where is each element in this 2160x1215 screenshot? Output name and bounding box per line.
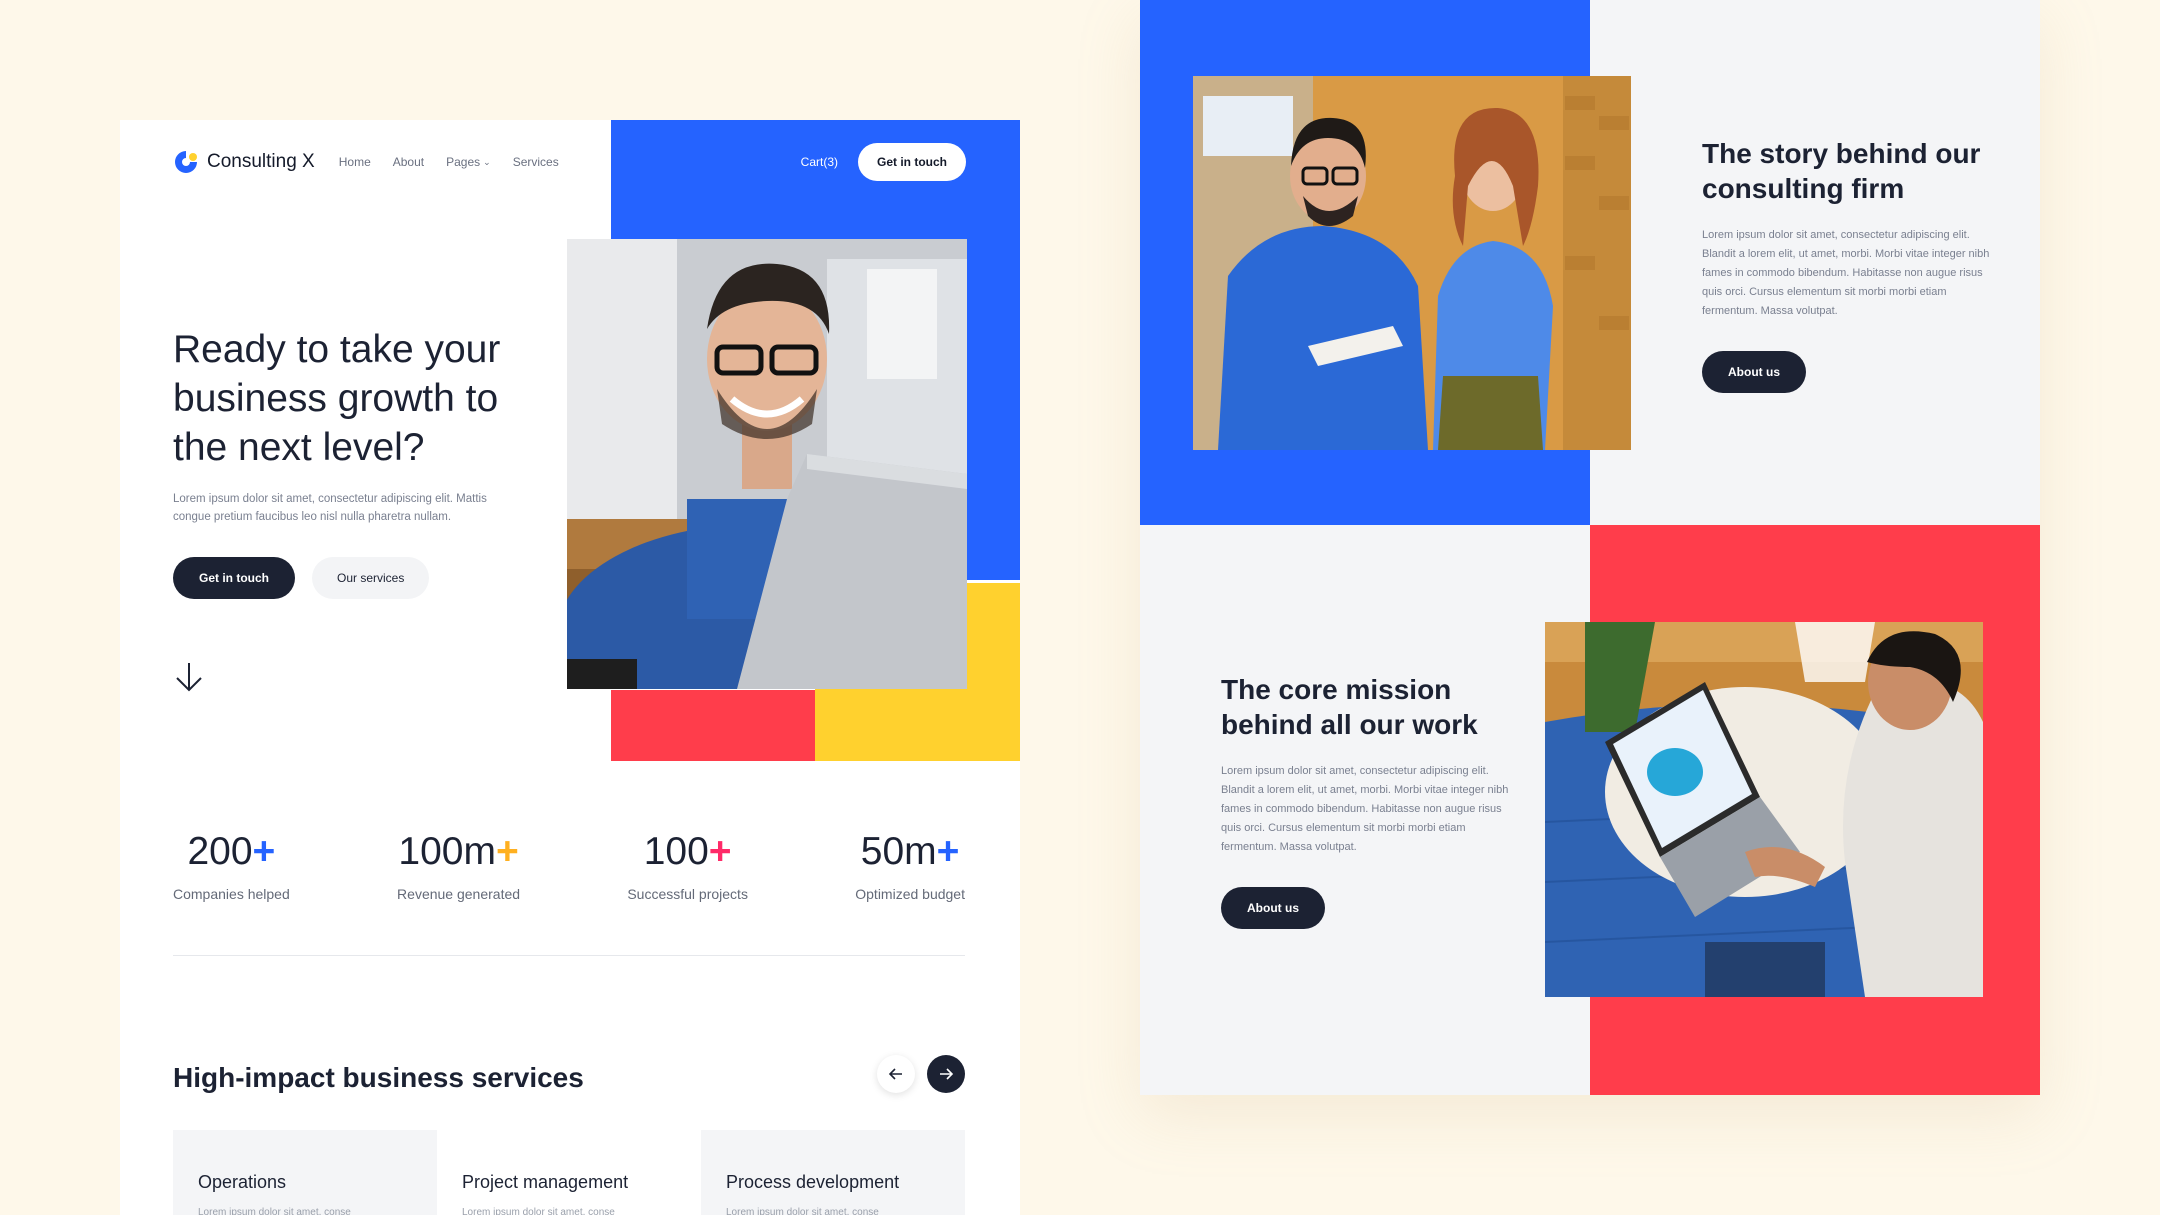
story-photo (1193, 76, 1631, 450)
stat-label: Successful projects (627, 886, 748, 902)
story-text: Lorem ipsum dolor sit amet, consectetur … (1702, 229, 1990, 317)
stat-plus: + (495, 830, 519, 873)
stat-value: 200+ (187, 830, 276, 873)
stat-value: 50m+ (860, 830, 960, 873)
get-in-touch-button[interactable]: Get in touch (173, 557, 295, 599)
arrow-down-icon[interactable] (172, 660, 206, 694)
hero-photo (567, 239, 967, 689)
service-cards: Operations Lorem ipsum dolor sit amet, c… (173, 1130, 965, 1215)
top-nav: Consulting X Home About Pages ⌄ Services… (173, 142, 966, 182)
mission-title: The core mission behind all our work (1221, 674, 1478, 740)
stat-value: 100+ (643, 830, 732, 873)
service-card-text: Lorem ipsum dolor sit amet, conse (726, 1207, 879, 1215)
stat-label: Companies helped (173, 886, 290, 902)
service-card[interactable]: Process development Lorem ipsum dolor si… (701, 1130, 965, 1215)
stat-item: 100+ Successful projects (627, 830, 748, 902)
stat-label: Revenue generated (397, 886, 521, 902)
stat-item: 100m+ Revenue generated (397, 830, 520, 902)
cart-link[interactable]: Cart(3) (801, 155, 838, 169)
services-title: High-impact business services (173, 1062, 584, 1093)
stat-item: 50m+ Optimized budget (855, 830, 965, 902)
about-page-mockup: The story behind our consulting firm Lor… (1140, 0, 2040, 1095)
service-card-title: Project management (462, 1172, 629, 1192)
story-title: The story behind our consulting firm (1702, 138, 1981, 204)
service-card-title: Operations (198, 1172, 287, 1192)
hero-red-block (611, 690, 815, 761)
homepage-mockup: Consulting X Home About Pages ⌄ Services… (120, 120, 1020, 1215)
hero-buttons: Get in touch Our services (173, 557, 430, 599)
service-card[interactable]: Operations Lorem ipsum dolor sit amet, c… (173, 1130, 437, 1215)
stat-item: 200+ Companies helped (173, 830, 290, 902)
mission-text: Lorem ipsum dolor sit amet, consectetur … (1221, 765, 1509, 853)
carousel-next-button[interactable] (927, 1055, 965, 1093)
hero-title: Ready to take your business growth to th… (173, 328, 501, 469)
stats-row: 200+ Companies helped 100m+ Revenue gene… (173, 830, 965, 902)
mission-photo (1545, 622, 1983, 997)
arrow-right-icon (940, 1068, 954, 1080)
section-divider (173, 955, 965, 956)
nav-link-home[interactable]: Home (339, 155, 371, 169)
service-card[interactable]: Project management Lorem ipsum dolor sit… (437, 1130, 701, 1215)
stat-label: Optimized budget (855, 886, 965, 902)
hero-subtitle: Lorem ipsum dolor sit amet, consectetur … (173, 493, 487, 523)
nav-link-pages-label: Pages (446, 155, 481, 169)
brand-name: Consulting X (207, 151, 315, 172)
our-services-button[interactable]: Our services (312, 557, 430, 599)
mission-about-us-button[interactable]: About us (1221, 887, 1325, 929)
nav-links: Home About Pages ⌄ Services (339, 155, 559, 169)
nav-actions: Cart(3) Get in touch (801, 142, 966, 182)
carousel-prev-button[interactable] (877, 1055, 915, 1093)
mission-section: The core mission behind all our work Lor… (1221, 672, 1521, 929)
story-section: The story behind our consulting firm Lor… (1702, 136, 2002, 393)
brand-logo[interactable]: Consulting X (173, 149, 315, 175)
nav-link-services[interactable]: Services (513, 155, 559, 169)
service-card-text: Lorem ipsum dolor sit amet, conse (198, 1207, 351, 1215)
stat-plus: + (708, 830, 732, 873)
story-about-us-button[interactable]: About us (1702, 351, 1806, 393)
nav-link-about[interactable]: About (393, 155, 424, 169)
nav-link-pages[interactable]: Pages ⌄ (446, 155, 491, 169)
arrow-left-icon (888, 1068, 902, 1080)
service-card-title: Process development (726, 1172, 900, 1192)
chevron-down-icon: ⌄ (483, 156, 491, 167)
service-card-text: Lorem ipsum dolor sit amet, conse (462, 1207, 615, 1215)
nav-get-in-touch-button[interactable]: Get in touch (858, 143, 966, 181)
stat-value: 100m+ (398, 830, 519, 873)
hero-yellow-bottom-block (815, 690, 1020, 761)
logo-mark-icon (173, 149, 199, 175)
stat-plus: + (936, 830, 960, 873)
stat-plus: + (252, 830, 276, 873)
